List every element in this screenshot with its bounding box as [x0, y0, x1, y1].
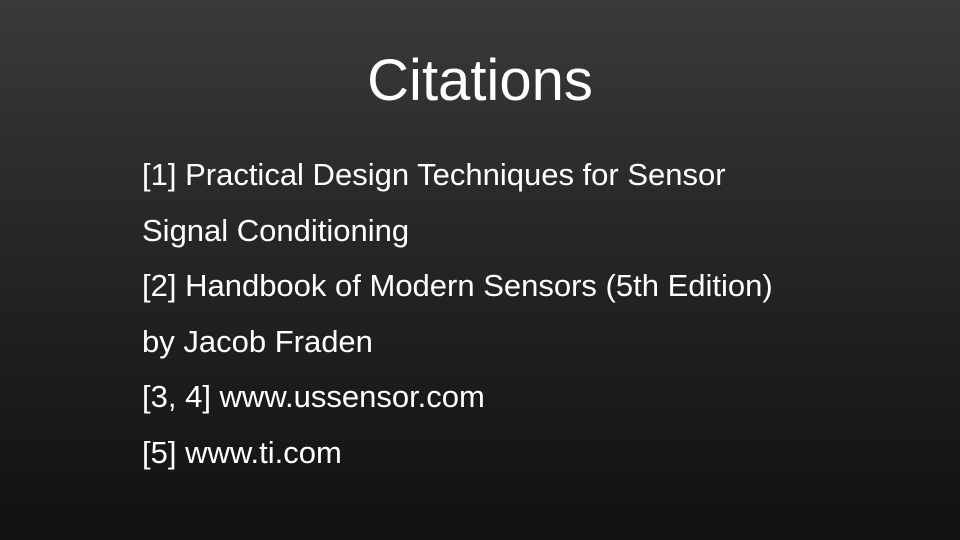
- citation-5: [5] www.ti.com: [142, 434, 342, 470]
- citation-3-4: [3, 4] www.ussensor.com: [142, 379, 485, 414]
- citation-2-line-2: by Jacob Fraden: [142, 323, 373, 359]
- citation-1-line-1: [1] Practical Design Techniques for Sens…: [142, 157, 726, 192]
- citation-2-line-1: [2] Handbook of Modern Sensors (5th Edit…: [142, 268, 773, 303]
- slide-title: Citations: [367, 48, 593, 113]
- slide: Citations [1] Practical Design Technique…: [0, 0, 960, 540]
- citation-1-line-2: Signal Conditioning: [142, 212, 410, 248]
- citation-list: [1] Practical Design Techniques for Sens…: [142, 147, 773, 480]
